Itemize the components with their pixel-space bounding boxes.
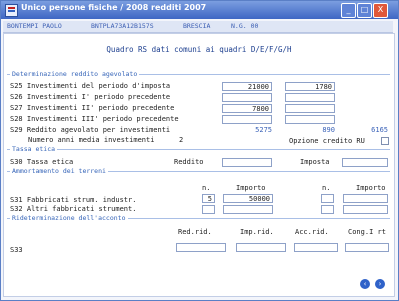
- app-window: Unico persone fisiche / 2008 redditi 200…: [0, 0, 399, 301]
- maximize-button[interactable]: □: [357, 3, 372, 18]
- s29-value-2: 890: [322, 126, 335, 134]
- s27-field-1[interactable]: 7800: [222, 104, 272, 113]
- form-panel: Quadro RS dati comuni ai quadri D/E/F/G/…: [3, 33, 395, 297]
- window-title: Unico persone fisiche / 2008 redditi 200…: [21, 3, 207, 12]
- section-legend: Rideterminazione dell'acconto: [10, 214, 128, 223]
- reference-code: N.G. 00: [231, 22, 259, 30]
- taxpayer-city: BRESCIA: [183, 22, 211, 30]
- row-label-s30: S30 Tassa etica: [10, 158, 74, 166]
- s32-n-field-2[interactable]: [321, 205, 334, 214]
- col-n-header-2: n.: [322, 184, 331, 192]
- row-label-s32: S32 Altri fabbricati strument.: [10, 205, 137, 213]
- row-label-s29: S29 Reddito agevolato per investimenti: [10, 126, 171, 134]
- s25-field-1[interactable]: 21000: [222, 82, 272, 91]
- s33-imp-rid-field[interactable]: [236, 243, 286, 252]
- col-importo-header-1: Importo: [236, 184, 266, 192]
- title-bar: Unico persone fisiche / 2008 redditi 200…: [1, 1, 398, 19]
- s28-field-2[interactable]: [285, 115, 335, 124]
- col-acc-rid: Acc.rid.: [295, 228, 329, 236]
- row-label-s26: S26 Investimenti I' periodo precedente: [10, 93, 171, 101]
- s33-acc-rid-field[interactable]: [294, 243, 338, 252]
- taxpayer-info-bar: BONTEMPI PAOLO BNTPLA73A12B157S BRESCIA …: [3, 21, 393, 33]
- s25-field-2[interactable]: 1780: [285, 82, 335, 91]
- s31-importo-field[interactable]: 50000: [223, 194, 273, 203]
- close-button[interactable]: X: [373, 3, 388, 18]
- s26-field-1[interactable]: [222, 93, 272, 102]
- media-label: Numero anni media investimenti: [28, 136, 155, 144]
- s29-value-total: 6165: [371, 126, 388, 134]
- row-label-s31: S31 Fabbricati strum. industr.: [10, 196, 137, 204]
- s26-field-2[interactable]: [285, 93, 335, 102]
- prev-page-icon[interactable]: ‹: [360, 279, 370, 289]
- taxpayer-name: BONTEMPI PAOLO: [7, 22, 62, 30]
- s33-red-rid-field[interactable]: [176, 243, 226, 252]
- page-title: Quadro RS dati comuni ai quadri D/E/F/G/…: [106, 45, 292, 54]
- media-value: 2: [179, 136, 184, 144]
- s32-n-field[interactable]: [202, 205, 215, 214]
- next-page-icon[interactable]: ›: [375, 279, 385, 289]
- row-label-s28: S28 Investimenti III' periodo precedente: [10, 115, 179, 123]
- tassa-reddito-field[interactable]: [222, 158, 272, 167]
- s32-importo-field[interactable]: [223, 205, 273, 214]
- tassa-imposta-field[interactable]: [342, 158, 388, 167]
- section-acconto: Rideterminazione dell'acconto: [7, 214, 390, 223]
- section-ammortamento: Ammortamento dei terreni: [7, 167, 390, 176]
- reddito-label: Reddito: [174, 158, 204, 166]
- col-cong-rt: Cong.I rt: [348, 228, 386, 236]
- tax-code: BNTPLA73A12B157S: [91, 22, 154, 30]
- row-label-s27: S27 Investimenti II' periodo precedente: [10, 104, 175, 112]
- section-reddito-agevolato: Determinazione reddito agevolato: [7, 70, 390, 79]
- s32-importo-field-2[interactable]: [343, 205, 388, 214]
- section-legend: Determinazione reddito agevolato: [10, 70, 140, 79]
- minimize-button[interactable]: _: [341, 3, 356, 18]
- s31-n-field-2[interactable]: [321, 194, 334, 203]
- opzione-credito-checkbox[interactable]: [381, 137, 389, 145]
- col-importo-header-2: Importo: [356, 184, 386, 192]
- s33-cong-rt-field[interactable]: [345, 243, 389, 252]
- s31-n-field[interactable]: 5: [202, 194, 215, 203]
- opzione-credito-label: Opzione credito RU: [289, 137, 365, 145]
- imposta-label: Imposta: [300, 158, 330, 166]
- app-icon: [5, 4, 18, 17]
- section-tassa-etica: Tassa etica: [7, 145, 390, 154]
- s27-field-2[interactable]: [285, 104, 335, 113]
- row-label-s33: S33: [10, 246, 23, 254]
- s31-importo-field-2[interactable]: [343, 194, 388, 203]
- col-imp-rid: Imp.rid.: [240, 228, 274, 236]
- section-legend: Ammortamento dei terreni: [10, 167, 108, 176]
- row-label-s25: S25 Investimenti del periodo d'imposta: [10, 82, 171, 90]
- col-red-rid: Red.rid.: [178, 228, 212, 236]
- s28-field-1[interactable]: [222, 115, 272, 124]
- col-n-header-1: n.: [202, 184, 211, 192]
- section-legend: Tassa etica: [10, 145, 58, 154]
- s29-value-1: 5275: [255, 126, 272, 134]
